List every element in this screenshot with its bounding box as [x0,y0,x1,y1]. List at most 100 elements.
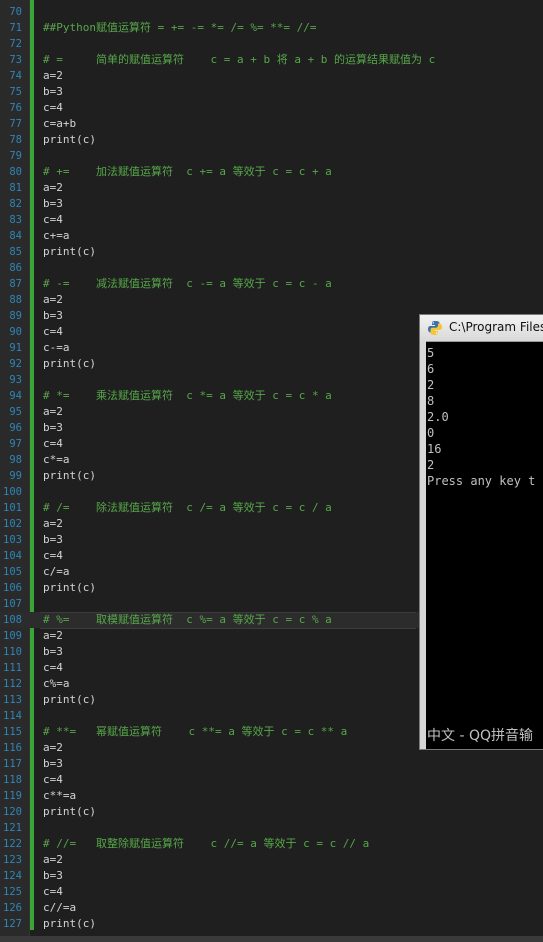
line-number: 94 [9,390,22,402]
console-window[interactable]: C:\Program Files 5 6 2 8 2.0 0 16 2 Press any ke… [419,314,543,750]
console-output-line: 2.0 [427,410,449,424]
line-number: 72 [9,38,22,50]
code-line[interactable]: 117 b=3 [0,756,543,772]
console-output-line: 2 [427,458,435,472]
code-text: b=3 [43,421,63,434]
comment-text: # += 加法赋值运算符 c += a 等效于 c = c + a [43,165,332,178]
line-number: 110 [3,646,22,658]
code-line[interactable]: 88 a=2 [0,292,543,308]
code-text: c+=a [43,229,70,242]
code-line[interactable]: 86 [0,260,543,276]
code-text: b=3 [43,645,63,658]
comment-text: # = 简单的赋值运算符 c = a + b 将 a + b 的运算结果赋值为 … [43,53,436,66]
line-number: 107 [3,598,22,610]
code-text: c=a+b [43,117,77,130]
code-text: print(c) [43,581,96,594]
line-number: 92 [9,358,22,370]
code-line[interactable]: 76 c=4 [0,100,543,116]
horizontal-scrollbar[interactable] [0,936,543,942]
code-line[interactable]: 121 [0,820,543,836]
code-line[interactable]: 118 c=4 [0,772,543,788]
line-number: 91 [9,342,22,354]
line-number: 118 [3,774,22,786]
code-text: b=3 [43,533,63,546]
comment-text: # //= 取整除赋值运算符 c //= a 等效于 c = c // a [43,837,370,850]
line-number: 82 [9,198,22,210]
code-line[interactable]: 71 ##Python赋值运算符 = += -= *= /= %= **= //= [0,20,543,36]
line-number: 87 [9,278,22,290]
comment-text: ##Python赋值运算符 = += -= *= /= %= **= //= [43,21,317,34]
comment-text: # /= 除法赋值运算符 c /= a 等效于 c = c / a [43,501,332,514]
code-text: b=3 [43,869,63,882]
code-line[interactable]: 84 c+=a [0,228,543,244]
code-text: print(c) [43,357,96,370]
code-line[interactable]: 122 # //= 取整除赋值运算符 c //= a 等效于 c = c // a [0,836,543,852]
line-number: 124 [3,870,22,882]
code-line[interactable]: 70 [0,4,543,20]
code-line[interactable]: 124 b=3 [0,868,543,884]
code-line[interactable]: 83 c=4 [0,212,543,228]
code-line[interactable]: 125 c=4 [0,884,543,900]
line-number: 113 [3,694,22,706]
console-title-bar[interactable]: C:\Program Files [420,315,543,342]
line-number: 108 [3,614,22,626]
code-text: print(c) [43,245,96,258]
code-line[interactable]: 80 # += 加法赋值运算符 c += a 等效于 c = c + a [0,164,543,180]
line-number: 76 [9,102,22,114]
code-text: c=4 [43,549,63,562]
line-number: 123 [3,854,22,866]
comment-text: # -= 减法赋值运算符 c -= a 等效于 c = c - a [43,277,332,290]
code-text: print(c) [43,917,96,930]
code-line[interactable]: 119 c**=a [0,788,543,804]
code-line[interactable]: 73 # = 简单的赋值运算符 c = a + b 将 a + b 的运算结果赋值… [0,52,543,68]
code-text: print(c) [43,133,96,146]
comment-text: # *= 乘法赋值运算符 c *= a 等效于 c = c * a [43,389,332,402]
line-number: 86 [9,262,22,274]
line-number: 85 [9,246,22,258]
line-number: 112 [3,678,22,690]
python-icon [428,321,442,335]
code-text: c=4 [43,885,63,898]
code-line[interactable]: 126 c//=a [0,900,543,916]
code-line[interactable]: 81 a=2 [0,180,543,196]
console-output: 5 6 2 8 2.0 0 16 2 Press any key t 中文 - QQ拼音输 [427,343,543,749]
line-number: 102 [3,518,22,530]
line-number: 96 [9,422,22,434]
code-line[interactable]: 85 print(c) [0,244,543,260]
line-number: 71 [9,22,22,34]
line-number: 78 [9,134,22,146]
code-line[interactable]: 75 b=3 [0,84,543,100]
line-number: 114 [3,710,22,722]
code-text: c/=a [43,565,70,578]
code-line[interactable]: 77 c=a+b [0,116,543,132]
code-text: c*=a [43,453,70,466]
line-number: 111 [3,662,22,674]
line-number: 77 [9,118,22,130]
console-output-line: Press any key t [427,474,536,488]
line-number: 83 [9,214,22,226]
code-text: c=4 [43,213,63,226]
code-line[interactable]: 127 print(c) [0,916,543,932]
line-number: 89 [9,310,22,322]
code-line[interactable]: 72 [0,36,543,52]
line-number: 101 [3,502,22,514]
code-text: print(c) [43,469,96,482]
line-number: 90 [9,326,22,338]
code-line[interactable]: 120 print(c) [0,804,543,820]
line-number: 120 [3,806,22,818]
code-line[interactable]: 87 # -= 减法赋值运算符 c -= a 等效于 c = c - a [0,276,543,292]
code-line[interactable]: 123 a=2 [0,852,543,868]
code-text: b=3 [43,85,63,98]
line-number: 88 [9,294,22,306]
line-number: 119 [3,790,22,802]
code-text: a=2 [43,69,63,82]
code-line[interactable]: 74 a=2 [0,68,543,84]
code-line[interactable]: 79 [0,148,543,164]
line-number: 93 [9,374,22,386]
code-text: a=2 [43,405,63,418]
code-line[interactable]: 82 b=3 [0,196,543,212]
code-line[interactable]: 78 print(c) [0,132,543,148]
console-output-line: 2 [427,378,435,392]
line-number: 127 [3,918,22,930]
console-output-line: 5 [427,346,435,360]
